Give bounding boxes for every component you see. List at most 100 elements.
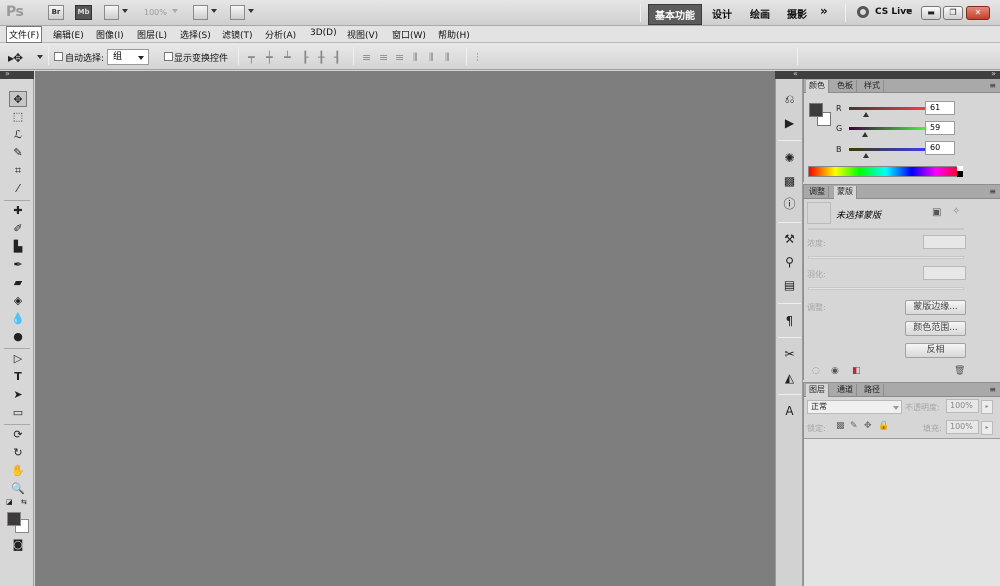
black-swatch[interactable] <box>957 171 963 177</box>
brush-tool-icon[interactable]: ✐ <box>9 221 27 237</box>
menu-image[interactable]: 图像(I) <box>96 28 124 41</box>
panel-dock-header[interactable]: « <box>775 69 803 79</box>
distribute-right-icon[interactable]: ⫴ <box>445 51 450 65</box>
chevron-down-icon[interactable] <box>893 406 899 410</box>
chevron-down-icon[interactable] <box>172 9 178 13</box>
menu-filter[interactable]: 滤镜(T) <box>222 28 253 41</box>
align-left-icon[interactable]: ┠ <box>302 51 309 64</box>
menu-help[interactable]: 帮助(H) <box>438 28 470 41</box>
rectangle-tool-icon[interactable]: ▭ <box>9 405 27 421</box>
auto-select-dropdown[interactable]: 组 <box>107 49 149 65</box>
navigator-panel-icon[interactable]: ▩ <box>780 172 799 190</box>
lock-all-icon[interactable]: 🔒 <box>878 421 889 431</box>
menu-view[interactable]: 视图(V) <box>347 28 378 41</box>
clone-stamp-tool-icon[interactable]: ▙ <box>9 239 27 255</box>
menu-analysis[interactable]: 分析(A) <box>265 28 296 41</box>
align-horizontal-center-icon[interactable]: ╂ <box>318 51 325 64</box>
blue-slider-thumb[interactable] <box>863 153 869 158</box>
blue-slider[interactable] <box>849 148 927 151</box>
invert-button[interactable]: 反相 <box>905 343 966 358</box>
green-value-input[interactable]: 59 <box>925 121 955 135</box>
minimize-button[interactable]: ▬ <box>921 6 941 20</box>
distribute-horizontal-center-icon[interactable]: ⫴ <box>429 51 434 65</box>
crop-tool-icon[interactable]: ⌗ <box>9 163 27 179</box>
chevron-down-icon[interactable] <box>211 9 217 13</box>
arrange-documents-icon[interactable] <box>193 5 208 20</box>
3d-orbit-tool-icon[interactable]: ↻ <box>9 445 27 461</box>
pixel-mask-icon[interactable]: ▣ <box>932 207 941 218</box>
tab-paths[interactable]: 路径 <box>861 384 884 397</box>
workspace-design[interactable]: 设计 <box>712 6 732 21</box>
paint-bucket-tool-icon[interactable]: ◈ <box>9 293 27 309</box>
feather-field[interactable] <box>923 266 966 280</box>
zoom-level[interactable]: 100% <box>144 8 167 17</box>
red-slider-thumb[interactable] <box>863 112 869 117</box>
paragraph-panel-icon[interactable]: ¶ <box>780 312 799 330</box>
history-brush-tool-icon[interactable]: ✒ <box>9 257 27 273</box>
density-field[interactable] <box>923 235 966 249</box>
feather-slider[interactable] <box>808 287 964 290</box>
align-vertical-center-icon[interactable]: ┿ <box>266 51 273 64</box>
toolbox-header[interactable]: » <box>0 69 34 79</box>
character-panel-icon[interactable]: A <box>780 402 799 420</box>
panel-menu-icon[interactable]: ≡ <box>989 385 996 394</box>
quick-selection-tool-icon[interactable]: ✎ <box>9 145 27 161</box>
foreground-color-swatch[interactable] <box>7 512 21 526</box>
marquee-tool-icon[interactable]: ⬚ <box>9 109 27 125</box>
vector-mask-icon[interactable]: ✧ <box>952 206 960 217</box>
lock-position-icon[interactable]: ✥ <box>864 421 872 431</box>
tab-color[interactable]: 颜色 <box>806 80 829 93</box>
color-range-button[interactable]: 颜色范围... <box>905 321 966 336</box>
workspace-canvas-area[interactable] <box>35 71 775 586</box>
3d-rotate-tool-icon[interactable]: ⟳ <box>9 427 27 443</box>
tab-adjustments[interactable]: 调整 <box>806 186 829 199</box>
fill-stepper-icon[interactable]: ▸ <box>981 421 993 435</box>
more-workspaces-icon[interactable]: » <box>820 4 828 18</box>
menu-layer[interactable]: 图层(L) <box>137 28 167 41</box>
info-panel-icon[interactable]: ⓘ <box>780 195 799 213</box>
mask-edge-button[interactable]: 蒙版边缘... <box>905 300 966 315</box>
dodge-tool-icon[interactable]: ● <box>9 329 27 345</box>
green-slider[interactable] <box>849 127 927 130</box>
eyedropper-tool-icon[interactable]: ⁄ <box>9 181 27 197</box>
fill-field[interactable]: 100% <box>946 420 979 434</box>
chevron-down-icon[interactable] <box>122 9 128 13</box>
brush-presets-panel-icon[interactable]: ✺ <box>780 149 799 167</box>
blue-value-input[interactable]: 60 <box>925 141 955 155</box>
zoom-tool-icon[interactable]: 🔍 <box>9 481 27 497</box>
delete-mask-icon[interactable]: 🗑 <box>954 366 965 376</box>
bridge-button[interactable]: Br <box>48 5 64 20</box>
panel-menu-icon[interactable]: ≡ <box>989 187 996 196</box>
distribute-vertical-center-icon[interactable]: ≡ <box>379 51 388 64</box>
align-bottom-icon[interactable]: ┷ <box>284 51 291 64</box>
white-swatch[interactable] <box>957 166 963 171</box>
tab-layers[interactable]: 图层 <box>806 384 829 397</box>
show-transform-controls-checkbox[interactable] <box>164 52 173 61</box>
chevron-down-icon[interactable] <box>906 9 912 13</box>
3d-panel-icon[interactable]: ◭ <box>780 369 799 387</box>
red-slider[interactable] <box>849 107 927 110</box>
auto-align-layers-icon[interactable]: ⫶ <box>476 51 479 65</box>
align-right-icon[interactable]: ┨ <box>334 51 341 64</box>
blend-mode-dropdown[interactable]: 正常 <box>807 400 902 414</box>
distribute-left-icon[interactable]: ⫴ <box>413 51 418 65</box>
cs-live-icon[interactable] <box>857 6 869 18</box>
load-selection-icon[interactable]: ◌ <box>812 366 820 376</box>
distribute-top-icon[interactable]: ≡ <box>362 51 371 64</box>
hand-tool-icon[interactable]: ✋ <box>9 463 27 479</box>
menu-window[interactable]: 窗口(W) <box>392 28 426 41</box>
menu-edit[interactable]: 编辑(E) <box>53 28 84 41</box>
green-slider-thumb[interactable] <box>862 132 868 137</box>
spot-healing-brush-tool-icon[interactable]: ✚ <box>9 203 27 219</box>
pen-tool-icon[interactable]: ▷ <box>9 351 27 367</box>
workspace-photography[interactable]: 摄影 <box>787 6 807 21</box>
color-spectrum-bar[interactable] <box>808 166 963 177</box>
brush-panel-icon[interactable]: ✂ <box>780 345 799 363</box>
tab-swatches[interactable]: 色板 <box>834 80 857 93</box>
move-tool-icon[interactable]: ✥ <box>9 91 27 107</box>
blur-tool-icon[interactable]: 💧 <box>9 311 27 327</box>
chevron-down-icon[interactable] <box>37 55 43 59</box>
opacity-stepper-icon[interactable]: ▸ <box>981 400 993 414</box>
color-panel-foreground-swatch[interactable] <box>809 103 823 117</box>
history-panel-icon[interactable]: ⎌ <box>780 90 799 108</box>
